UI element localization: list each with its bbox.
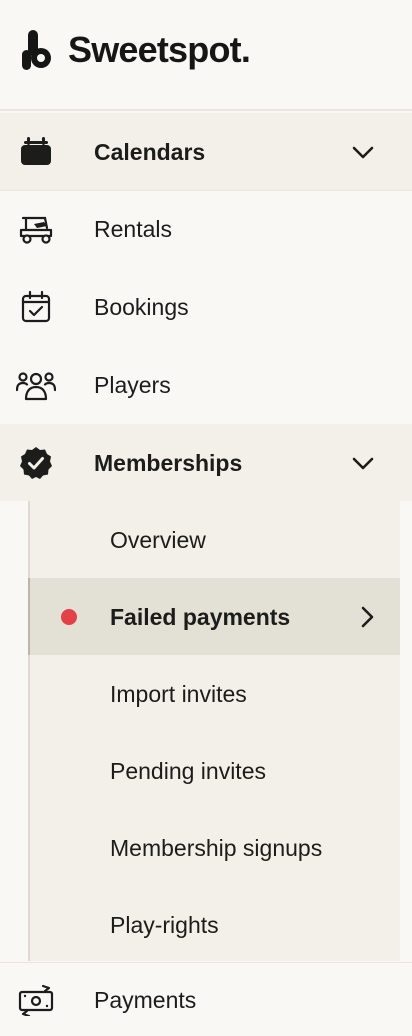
submenu-label: Import invites <box>110 680 247 707</box>
brand-logo[interactable]: Sweetspot. <box>22 28 251 72</box>
submenu-label: Overview <box>110 526 206 553</box>
nav-label-calendars: Calendars <box>94 138 206 165</box>
submenu-label: Failed payments <box>110 603 291 630</box>
nav-label-payments: Payments <box>94 986 197 1013</box>
calendar-stack-icon <box>16 132 56 172</box>
submenu-item-import-invites[interactable]: Import invites <box>30 655 400 732</box>
golf-cart-icon <box>16 209 56 249</box>
nav-label-memberships: Memberships <box>94 449 243 476</box>
players-group-icon <box>16 365 56 405</box>
nav-item-payments[interactable]: Payments <box>0 962 412 1036</box>
sweetspot-logo-icon <box>22 30 51 70</box>
submenu-label: Play-rights <box>110 911 219 938</box>
nav-item-bookings[interactable]: Bookings <box>0 268 412 345</box>
nav-item-players[interactable]: Players <box>0 346 412 423</box>
submenu-item-play-rights[interactable]: Play-rights <box>30 886 400 963</box>
submenu-item-membership-signups[interactable]: Membership signups <box>30 809 400 886</box>
nav-label-rentals: Rentals <box>94 216 172 242</box>
nav-item-rentals[interactable]: Rentals <box>0 190 412 267</box>
active-indicator <box>28 578 30 655</box>
nav-item-calendars[interactable]: Calendars <box>0 113 412 190</box>
submenu-label: Membership signups <box>110 834 323 861</box>
brand-name: Sweetspot. <box>68 29 251 70</box>
nav-item-memberships[interactable]: Memberships <box>0 424 412 501</box>
submenu-item-overview[interactable]: Overview <box>30 501 400 578</box>
chevron-down-icon[interactable] <box>350 450 376 476</box>
nav-label-players: Players <box>94 371 171 398</box>
submenu-label: Pending invites <box>110 757 266 784</box>
chevron-down-icon[interactable] <box>350 139 376 165</box>
money-transfer-icon <box>16 980 56 1020</box>
nav-label-bookings: Bookings <box>94 293 189 320</box>
chevron-right-icon <box>361 606 374 627</box>
calendar-check-icon <box>16 287 56 327</box>
alert-dot-icon <box>61 608 77 625</box>
submenu-item-failed-payments[interactable]: Failed payments <box>30 578 400 655</box>
sidebar-header: Sweetspot. <box>0 0 412 111</box>
submenu-item-pending-invites[interactable]: Pending invites <box>30 732 400 809</box>
verified-badge-icon <box>16 443 56 483</box>
